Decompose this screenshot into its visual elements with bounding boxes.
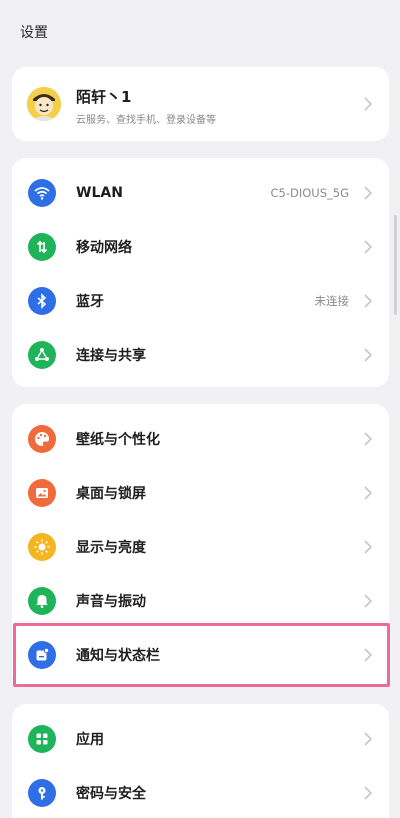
apps-security-group: 应用 密码与安全	[12, 704, 389, 818]
settings-item-bluetooth[interactable]: 蓝牙 未连接	[12, 274, 389, 328]
profile-name: 陌轩丶1	[76, 88, 132, 106]
bluetooth-icon	[28, 287, 56, 315]
network-group: WLAN C5-DIOUS_5G 移动网络 蓝牙 未连接 连接与共享	[12, 158, 389, 387]
settings-item-password-security[interactable]: 密码与安全	[12, 766, 389, 818]
settings-item-sound-vibration[interactable]: 声音与振动	[12, 574, 389, 628]
chevron-right-icon	[364, 486, 373, 500]
settings-item-label: WLAN	[76, 185, 123, 201]
picture-icon	[28, 479, 56, 507]
chevron-right-icon	[364, 348, 373, 362]
chevron-right-icon	[364, 786, 373, 800]
avatar[interactable]	[27, 87, 61, 121]
page-title: 设置	[20, 25, 48, 41]
chevron-right-icon	[364, 540, 373, 554]
settings-item-wallpaper[interactable]: 壁纸与个性化	[12, 412, 389, 466]
connection-sharing-icon	[28, 341, 56, 369]
settings-item-label: 显示与亮度	[76, 540, 146, 556]
chevron-right-icon	[364, 732, 373, 746]
wifi-icon	[28, 179, 56, 207]
chevron-right-icon	[364, 97, 373, 111]
settings-item-label: 连接与共享	[76, 348, 146, 364]
apps-grid-icon	[28, 725, 56, 753]
settings-item-wlan[interactable]: WLAN C5-DIOUS_5G	[12, 166, 389, 220]
scrollbar[interactable]	[394, 215, 397, 315]
settings-item-connection-sharing[interactable]: 连接与共享	[12, 328, 389, 382]
mobile-data-icon	[28, 233, 56, 261]
sun-icon	[28, 533, 56, 561]
settings-item-label: 移动网络	[76, 240, 132, 256]
settings-item-label: 桌面与锁屏	[76, 486, 146, 502]
settings-item-home-lock-screen[interactable]: 桌面与锁屏	[12, 466, 389, 520]
chevron-right-icon	[364, 432, 373, 446]
bell-icon	[28, 587, 56, 615]
profile-subtitle: 云服务、查找手机、登录设备等	[76, 115, 216, 126]
settings-item-label: 蓝牙	[76, 294, 104, 310]
settings-item-apps[interactable]: 应用	[12, 712, 389, 766]
profile-card[interactable]: 陌轩丶1 云服务、查找手机、登录设备等	[12, 67, 389, 141]
chevron-right-icon	[364, 294, 373, 308]
settings-item-mobile-network[interactable]: 移动网络	[12, 220, 389, 274]
settings-item-label: 声音与振动	[76, 594, 146, 610]
chevron-right-icon	[364, 240, 373, 254]
settings-item-display-brightness[interactable]: 显示与亮度	[12, 520, 389, 574]
settings-item-label: 壁纸与个性化	[76, 432, 160, 448]
key-icon	[28, 779, 56, 807]
chevron-right-icon	[364, 594, 373, 608]
highlight-box	[13, 623, 390, 687]
palette-icon	[28, 425, 56, 453]
settings-item-label: 应用	[76, 732, 104, 748]
wlan-network-name: C5-DIOUS_5G	[270, 186, 350, 200]
chevron-right-icon	[364, 186, 373, 200]
bluetooth-status: 未连接	[314, 294, 350, 308]
settings-item-label: 密码与安全	[76, 786, 146, 802]
